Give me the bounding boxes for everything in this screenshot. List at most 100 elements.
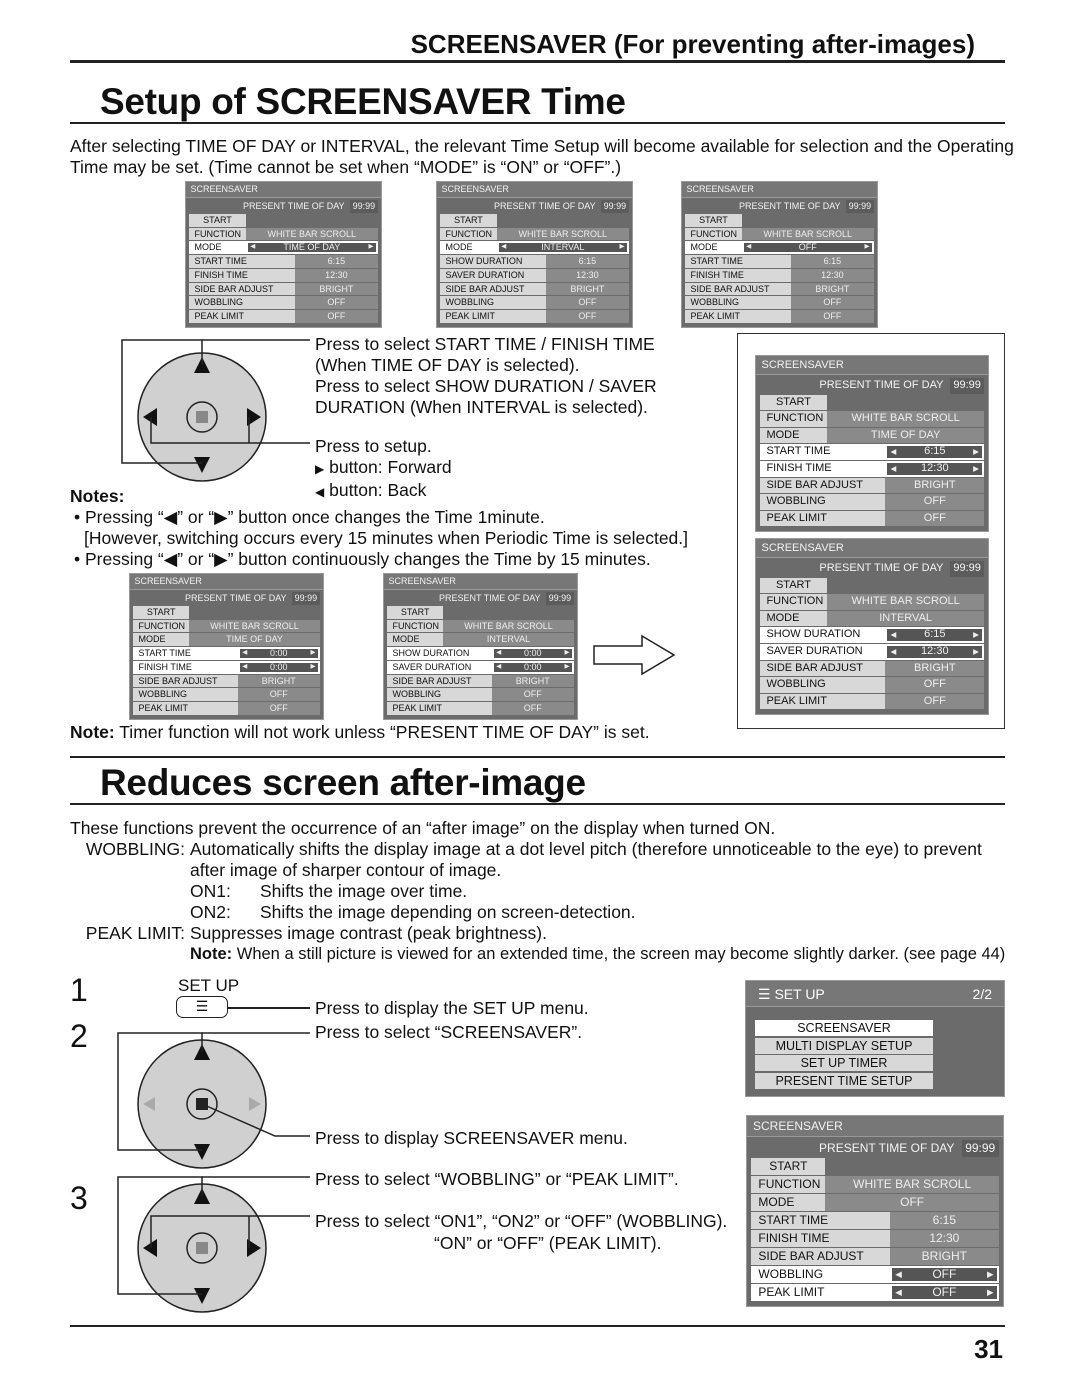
- menu-row-value[interactable]: ◀ ▶ OFF: [889, 1284, 999, 1302]
- menu-row[interactable]: FUNCTION WHITE BAR SCROLL: [685, 227, 874, 241]
- menu-row-value[interactable]: OFF: [294, 310, 378, 323]
- menu-row[interactable]: SIDE BAR ADJUST BRIGHT: [440, 282, 629, 296]
- menu-row[interactable]: MODE TIME OF DAY: [759, 427, 985, 444]
- menu-row-value[interactable]: ◀ ▶ OFF: [741, 241, 874, 255]
- menu-row-value[interactable]: ◀ ▶ 0:00: [237, 660, 320, 674]
- menu-row[interactable]: FINISH TIME 12:30: [751, 1230, 999, 1248]
- menu-row[interactable]: MODE ◀ ▶ INTERVAL: [440, 241, 629, 255]
- menu-row-value[interactable]: BRIGHT: [889, 1248, 999, 1266]
- menu-row-value[interactable]: ◀ ▶ 6:15: [885, 627, 985, 644]
- menu-row[interactable]: MODE INTERVAL: [759, 610, 985, 627]
- menu-row-value[interactable]: OFF: [885, 494, 985, 510]
- menu-row-value[interactable]: 6:15: [790, 255, 874, 268]
- start-button[interactable]: START: [685, 213, 742, 227]
- menu-row[interactable]: FINISH TIME 12:30: [189, 268, 378, 282]
- menu-row-value[interactable]: OFF: [294, 296, 378, 310]
- menu-row-value[interactable]: OFF: [885, 693, 985, 710]
- start-button[interactable]: START: [759, 577, 828, 594]
- start-button[interactable]: START: [387, 605, 444, 619]
- menu-row-value[interactable]: 6:15: [545, 255, 629, 268]
- menu-row-value[interactable]: 12:30: [294, 268, 378, 282]
- menu-row[interactable]: FUNCTION WHITE BAR SCROLL: [133, 619, 320, 633]
- menu-row[interactable]: FUNCTION WHITE BAR SCROLL: [751, 1176, 999, 1194]
- menu-row[interactable]: SHOW DURATION ◀ ▶ 6:15: [759, 627, 985, 644]
- menu-row-value[interactable]: ◀ ▶ 12:30: [885, 644, 985, 660]
- menu-row[interactable]: WOBBLING OFF: [189, 296, 378, 310]
- menu-row[interactable]: SIDE BAR ADJUST BRIGHT: [751, 1248, 999, 1266]
- menu-row[interactable]: WOBBLING OFF: [387, 688, 574, 702]
- menu-row-value[interactable]: OFF: [825, 1194, 999, 1212]
- menu-row-value[interactable]: BRIGHT: [237, 674, 320, 688]
- menu-row-value[interactable]: BRIGHT: [885, 477, 985, 494]
- menu-row[interactable]: WOBBLING OFF: [440, 296, 629, 310]
- menu-row[interactable]: MODE ◀ ▶ OFF: [685, 241, 874, 255]
- setup-button[interactable]: ☰: [176, 996, 228, 1018]
- menu-row-value[interactable]: 6:15: [889, 1212, 999, 1230]
- menu-row[interactable]: SAVER DURATION ◀ ▶ 0:00: [387, 660, 574, 674]
- menu-row[interactable]: PEAK LIMIT OFF: [133, 702, 320, 715]
- menu-row-value[interactable]: OFF: [237, 702, 320, 715]
- menu-row[interactable]: PEAK LIMIT OFF: [759, 693, 985, 710]
- menu-row-value[interactable]: ◀ ▶ 6:15: [885, 444, 985, 461]
- menu-row[interactable]: START TIME 6:15: [751, 1212, 999, 1230]
- menu-row-value[interactable]: ◀ ▶ 0:00: [237, 647, 320, 660]
- menu-row[interactable]: FUNCTION WHITE BAR SCROLL: [759, 411, 985, 427]
- menu-row[interactable]: WOBBLING OFF: [133, 688, 320, 702]
- menu-row[interactable]: PEAK LIMIT OFF: [189, 310, 378, 323]
- menu-row[interactable]: SAVER DURATION ◀ ▶ 12:30: [759, 644, 985, 660]
- menu-row[interactable]: MODE OFF: [751, 1194, 999, 1212]
- menu-row[interactable]: PEAK LIMIT OFF: [387, 702, 574, 715]
- menu-row[interactable]: SAVER DURATION 12:30: [440, 268, 629, 282]
- menu-row-value[interactable]: WHITE BAR SCROLL: [245, 227, 378, 241]
- menu-row-value[interactable]: OFF: [545, 310, 629, 323]
- start-button[interactable]: START: [759, 394, 828, 411]
- menu-row-value[interactable]: 6:15: [294, 255, 378, 268]
- menu-row-value[interactable]: ◀ ▶ OFF: [889, 1266, 999, 1284]
- menu-row[interactable]: MODE TIME OF DAY: [133, 633, 320, 647]
- menu-row[interactable]: PEAK LIMIT OFF: [685, 310, 874, 323]
- menu-row[interactable]: FUNCTION WHITE BAR SCROLL: [440, 227, 629, 241]
- menu-row-value[interactable]: OFF: [491, 688, 574, 702]
- menu-row-value[interactable]: BRIGHT: [491, 674, 574, 688]
- menu-row-value[interactable]: BRIGHT: [545, 282, 629, 296]
- menu-row-value[interactable]: OFF: [885, 510, 985, 527]
- menu-row[interactable]: WOBBLING OFF: [759, 677, 985, 693]
- menu-row-value[interactable]: ◀ ▶ INTERVAL: [496, 241, 629, 255]
- menu-row-value[interactable]: INTERVAL: [827, 610, 985, 627]
- menu-row-value[interactable]: WHITE BAR SCROLL: [189, 619, 320, 633]
- menu-row[interactable]: FUNCTION WHITE BAR SCROLL: [189, 227, 378, 241]
- menu-row[interactable]: FINISH TIME ◀ ▶ 12:30: [759, 461, 985, 477]
- menu-row[interactable]: SIDE BAR ADJUST BRIGHT: [133, 674, 320, 688]
- menu-row-value[interactable]: OFF: [885, 677, 985, 693]
- menu-row-value[interactable]: TIME OF DAY: [827, 427, 985, 444]
- menu-row[interactable]: START TIME 6:15: [189, 255, 378, 268]
- menu-row[interactable]: WOBBLING ◀ ▶ OFF: [751, 1266, 999, 1284]
- menu-row[interactable]: MODE ◀ ▶ TIME OF DAY: [189, 241, 378, 255]
- menu-row[interactable]: WOBBLING OFF: [759, 494, 985, 510]
- menu-row-value[interactable]: WHITE BAR SCROLL: [827, 594, 985, 610]
- menu-row[interactable]: SIDE BAR ADJUST BRIGHT: [189, 282, 378, 296]
- menu-row-value[interactable]: OFF: [790, 310, 874, 323]
- menu-row[interactable]: START TIME ◀ ▶ 0:00: [133, 647, 320, 660]
- menu-row-value[interactable]: ◀ ▶ 0:00: [491, 647, 574, 660]
- menu-row-value[interactable]: WHITE BAR SCROLL: [827, 411, 985, 427]
- setup-item-present-time[interactable]: PRESENT TIME SETUP: [755, 1072, 933, 1089]
- menu-row[interactable]: WOBBLING OFF: [685, 296, 874, 310]
- menu-row[interactable]: SIDE BAR ADJUST BRIGHT: [387, 674, 574, 688]
- menu-row-value[interactable]: BRIGHT: [294, 282, 378, 296]
- menu-row[interactable]: MODE INTERVAL: [387, 633, 574, 647]
- menu-row-value[interactable]: WHITE BAR SCROLL: [825, 1176, 999, 1194]
- setup-item-timer[interactable]: SET UP TIMER: [755, 1055, 933, 1071]
- menu-row-value[interactable]: ◀ ▶ TIME OF DAY: [245, 241, 378, 255]
- setup-item-screensaver[interactable]: SCREENSAVER: [755, 1020, 933, 1036]
- start-button[interactable]: START: [751, 1158, 826, 1176]
- start-button[interactable]: START: [189, 213, 246, 227]
- menu-row-value[interactable]: OFF: [545, 296, 629, 310]
- setup-item-multi-display[interactable]: MULTI DISPLAY SETUP: [755, 1037, 933, 1054]
- menu-row-value[interactable]: ◀ ▶ 12:30: [885, 461, 985, 477]
- menu-row-value[interactable]: BRIGHT: [885, 660, 985, 677]
- menu-row-value[interactable]: WHITE BAR SCROLL: [443, 619, 574, 633]
- menu-row-value[interactable]: BRIGHT: [790, 282, 874, 296]
- menu-row[interactable]: FUNCTION WHITE BAR SCROLL: [387, 619, 574, 633]
- menu-row[interactable]: START TIME 6:15: [685, 255, 874, 268]
